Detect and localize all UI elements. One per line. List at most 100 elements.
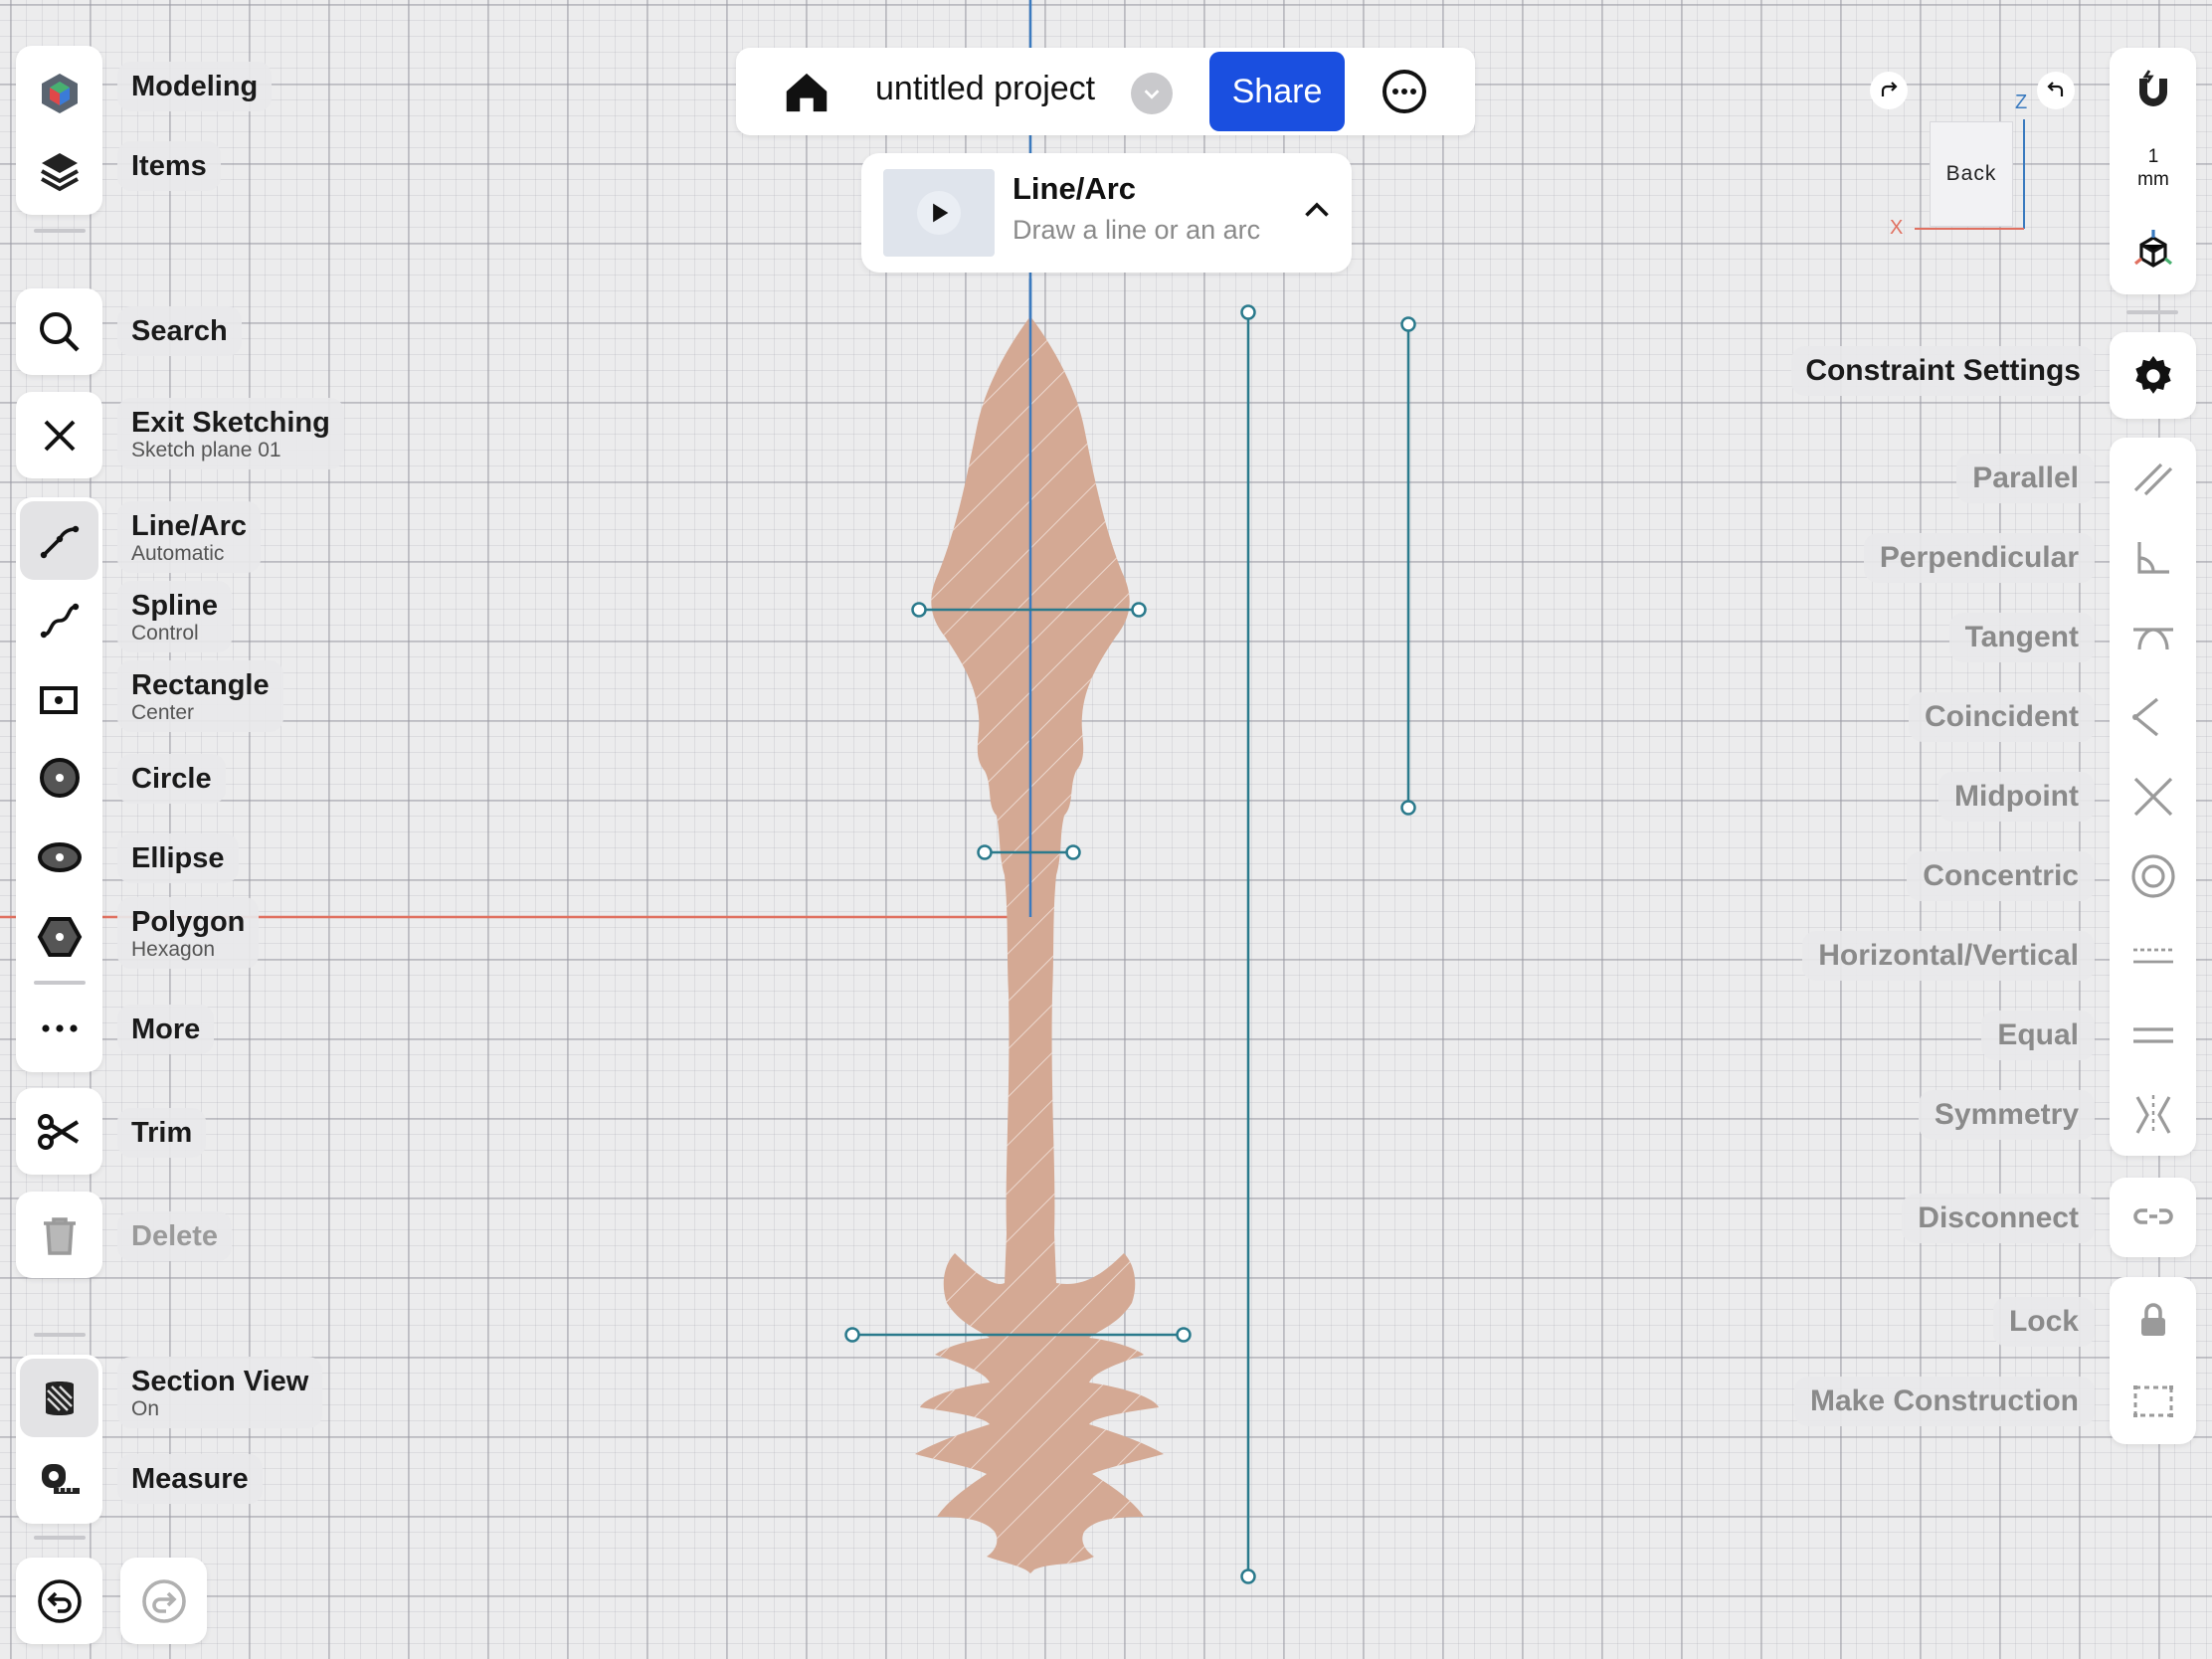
home-button[interactable] [780,66,833,119]
items-label[interactable]: Items [117,141,221,191]
separator [34,229,86,233]
delete-label[interactable]: Delete [117,1211,233,1261]
redo-icon [141,1578,186,1623]
constraint-settings-button[interactable] [2110,332,2196,419]
sketch-lines[interactable] [844,304,1416,1584]
modeling-cube-icon [41,73,78,113]
tool-tip-subtitle: Draw a line or an arc [1013,215,1261,245]
rectangle-label[interactable]: Rectangle Center [117,660,283,732]
separator [34,1333,86,1337]
circle-icon [39,757,80,798]
spline-tool-button[interactable] [16,577,102,663]
coincident-label[interactable]: Coincident [1909,692,2095,742]
concentric-icon [2131,854,2175,898]
polygon-label[interactable]: Polygon Hexagon [117,897,260,969]
perpendicular-icon [2137,542,2169,574]
symmetry-icon [2135,1095,2171,1135]
close-icon [44,420,75,451]
ellipse-tool-button[interactable] [16,814,102,900]
disconnect-label[interactable]: Disconnect [1902,1194,2095,1243]
line-arc-icon [40,525,79,558]
axis-x-label: X [1890,217,1904,239]
perpendicular-label[interactable]: Perpendicular [1863,533,2095,583]
midpoint-label[interactable]: Midpoint [1938,772,2095,822]
trim-button[interactable] [16,1088,102,1175]
equal-button[interactable] [2117,999,2190,1072]
more-dots-icon [41,1023,78,1032]
project-dropdown-button[interactable] [1131,73,1173,114]
redo-button[interactable] [120,1558,207,1644]
broken-link-icon [2133,1208,2173,1224]
search-label[interactable]: Search [117,306,242,356]
ellipse-icon [37,841,82,872]
section-view-label[interactable]: Section View On [117,1357,323,1428]
horizontal-vertical-label[interactable]: Horizontal/Vertical [1802,931,2095,981]
circle-tool-button[interactable] [16,734,102,821]
parallel-button[interactable] [2117,442,2190,515]
collapse-tip-button[interactable] [1299,193,1335,229]
sketch-profile-shape[interactable] [915,316,1164,1573]
circle-label[interactable]: Circle [117,754,226,804]
perpendicular-button[interactable] [2117,521,2190,595]
coincident-icon [2132,697,2159,737]
concentric-label[interactable]: Concentric [1907,851,2095,901]
more-tools-button[interactable] [16,985,102,1071]
tangent-button[interactable] [2117,601,2190,674]
horizontal-vertical-button[interactable] [2117,919,2190,993]
symmetry-label[interactable]: Symmetry [1918,1090,2095,1140]
concentric-button[interactable] [2117,839,2190,913]
rectangle-tool-button[interactable] [16,656,102,743]
grid-scale-button[interactable]: 1 mm [2117,145,2190,197]
view-cube[interactable]: Z X Back [1870,70,2075,249]
gear-icon [2134,355,2171,394]
undo-icon [37,1578,82,1623]
parallel-icon [2133,462,2173,496]
more-options-button[interactable] [1381,68,1428,115]
tool-tip-card: Line/Arc Draw a line or an arc [861,153,1352,273]
header-bar: untitled project Share [736,48,1475,135]
tool-tip-title: Line/Arc [1013,171,1137,206]
ellipse-label[interactable]: Ellipse [117,833,239,883]
tangent-label[interactable]: Tangent [1948,613,2095,662]
search-button[interactable] [16,288,102,375]
snap-magnet-button[interactable] [2117,56,2190,129]
midpoint-icon [2133,777,2173,817]
constraint-settings-label[interactable]: Constraint Settings [1791,346,2095,396]
lock-button[interactable] [2117,1283,2190,1357]
share-button[interactable]: Share [1209,52,1345,131]
modeling-label[interactable]: Modeling [117,62,273,111]
trim-label[interactable]: Trim [117,1108,207,1158]
disconnect-button[interactable] [2117,1180,2190,1253]
view-cube-back-face[interactable]: Back [1930,121,2013,227]
make-construction-button[interactable] [2117,1365,2190,1438]
chevron-down-icon [1144,90,1160,99]
project-name[interactable]: untitled project [875,70,1095,108]
grid-scale-value: 1 [2147,146,2159,167]
make-construction-label[interactable]: Make Construction [1793,1377,2095,1426]
coincident-button[interactable] [2117,680,2190,754]
line-arc-label[interactable]: Line/Arc Automatic [117,501,262,573]
equal-label[interactable]: Equal [1981,1011,2095,1060]
measure-button[interactable] [16,1434,102,1521]
parallel-label[interactable]: Parallel [1956,454,2095,503]
symmetry-button[interactable] [2117,1078,2190,1152]
polygon-tool-button[interactable] [16,893,102,980]
spline-label[interactable]: Spline Control [117,581,233,652]
exit-sketching-label[interactable]: Exit Sketching Sketch plane 01 [117,398,344,469]
delete-button[interactable] [16,1192,102,1278]
tool-video-thumbnail[interactable] [883,169,995,257]
more-label[interactable]: More [117,1005,215,1054]
measure-label[interactable]: Measure [117,1454,263,1504]
lock-icon [2141,1303,2165,1336]
section-view-button[interactable] [20,1359,98,1437]
lock-label[interactable]: Lock [1992,1297,2095,1347]
line-arc-tool-button[interactable] [20,501,98,580]
undo-button[interactable] [16,1558,102,1644]
section-view-icon [45,1381,74,1415]
modeling-button[interactable] [16,50,102,136]
midpoint-button[interactable] [2117,760,2190,833]
horizontal-vertical-icon [2133,948,2173,964]
items-button[interactable] [16,127,102,214]
exit-sketching-button[interactable] [16,392,102,478]
view-orientation-button[interactable] [2117,215,2190,288]
